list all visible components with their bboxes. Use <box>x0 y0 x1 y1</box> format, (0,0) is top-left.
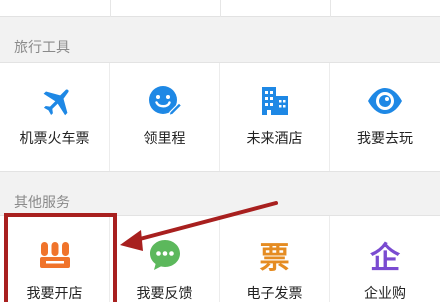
grid-item-flight-train-tickets[interactable]: 机票火车票 <box>0 63 110 171</box>
grid-item-label: 领里程 <box>143 131 186 147</box>
grid-item-label: 企业购 <box>364 286 406 302</box>
enterprise-icon: 企 <box>370 241 400 276</box>
grid-item-label: 电子发票 <box>246 286 303 302</box>
smile-pencil-icon <box>147 83 183 119</box>
cell-divider <box>220 0 221 17</box>
cell-divider <box>110 0 111 17</box>
grid-item-label: 我要反馈 <box>136 286 193 302</box>
annotation-highlight-box <box>4 213 117 302</box>
grid-item-enterprise-purchase[interactable]: 企 企业购 <box>330 216 440 302</box>
grid-item-label: 未来酒店 <box>246 131 303 147</box>
section-title-other-services: 其他服务 <box>14 195 70 211</box>
chat-bubble-icon <box>147 237 183 273</box>
airplane-icon <box>37 83 73 119</box>
grid-item-want-to-travel[interactable]: 我要去玩 <box>330 63 440 171</box>
cell-divider <box>330 0 331 17</box>
hotel-building-icon <box>257 83 293 119</box>
invoice-icon: 票 <box>259 241 290 276</box>
grid-item-feedback[interactable]: 我要反馈 <box>110 216 220 302</box>
travel-tools-grid: 机票火车票 领里程 未来酒店 我要去玩 <box>0 62 440 172</box>
grid-item-future-hotel[interactable]: 未来酒店 <box>220 63 330 171</box>
grid-item-collect-mileage[interactable]: 领里程 <box>110 63 220 171</box>
previous-grid-row <box>0 0 440 17</box>
section-title-travel-tools: 旅行工具 <box>14 40 70 56</box>
grid-item-label: 机票火车票 <box>19 131 90 147</box>
grid-item-label: 我要去玩 <box>357 131 413 147</box>
eye-icon <box>367 83 403 119</box>
grid-item-e-invoice[interactable]: 票 电子发票 <box>220 216 330 302</box>
